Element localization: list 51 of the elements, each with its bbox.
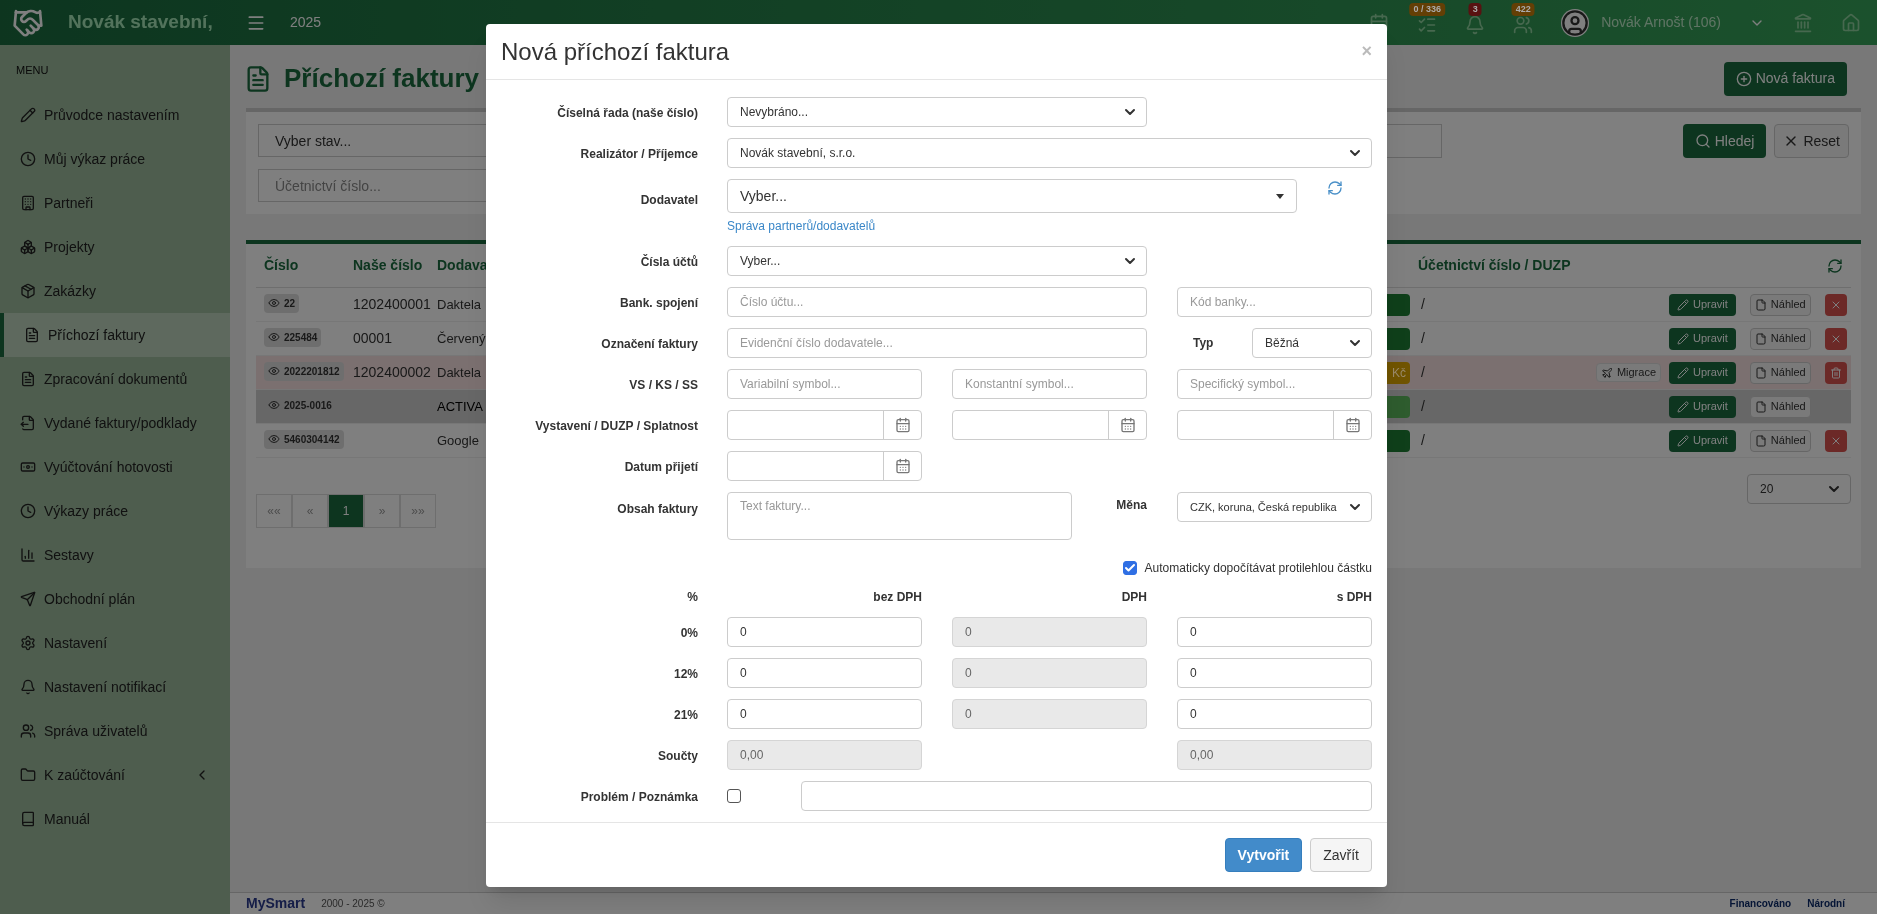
field-label: Součty <box>658 749 698 763</box>
table-cell-text: 00001 <box>353 329 393 348</box>
table-cell-text: 1202400001 <box>353 295 432 314</box>
count-badge: 422 <box>1511 2 1535 16</box>
field-label: Bank. spojení <box>619 296 698 310</box>
table-cell-text: 1202400002 <box>353 363 432 382</box>
field-label: Datum přijetí <box>624 460 698 474</box>
table-cell-text: Daktela <box>437 363 483 382</box>
table-cell-text: / <box>1421 295 1426 314</box>
year-label: 2025 <box>290 13 322 32</box>
count-badge: 0 / 336 <box>1409 2 1445 16</box>
table-cell-text: / <box>1421 363 1426 382</box>
table-cell-text: / <box>1421 397 1426 416</box>
field-label: Obsah faktury <box>617 502 698 516</box>
table-cell-text: ACTIVA <box>437 397 484 416</box>
page-title: Příchozí faktury <box>284 62 480 95</box>
column-header: DPH <box>1121 590 1147 604</box>
checkbox-label: Automaticky dopočítávat protilehlou částku <box>1144 560 1372 577</box>
table-cell-text: / <box>1421 329 1426 348</box>
dialog-title: Nová příchozí faktura <box>501 36 730 67</box>
column-header: Naše číslo <box>353 256 424 275</box>
table-cell-text: Daktela <box>437 295 483 314</box>
column-header: Číslo <box>263 255 300 275</box>
field-label: 21% <box>673 708 698 722</box>
eu-funding-label: Financováno <box>1729 897 1792 911</box>
table-cell-text: Google <box>437 431 480 450</box>
field-label: VS / KS / SS <box>629 378 698 392</box>
national-plan-label: Národní <box>1807 897 1845 911</box>
field-label: Problém / Poznámka <box>580 790 698 804</box>
table-cell-text: Červený <box>437 329 487 348</box>
copyright-text: 2000 - 2025 © <box>321 897 385 911</box>
menu-heading: MENU <box>16 64 49 76</box>
field-label: 0% <box>680 626 698 640</box>
field-label: Čísla účtů <box>640 255 698 269</box>
count-badge: 3 <box>1468 2 1482 16</box>
column-header: Dodava <box>437 256 489 275</box>
field-label: Číselná řada (naše číslo) <box>557 106 698 120</box>
field-label: Realizátor / Příjemce <box>580 147 698 161</box>
footer-logo: MySmart <box>246 894 306 913</box>
column-header: Účetnictví číslo / DUZP <box>1418 255 1571 275</box>
field-label: 12% <box>673 667 698 681</box>
table-cell-text: / <box>1421 431 1426 450</box>
field-label: Typ <box>1193 335 1215 352</box>
field-label: Dodavatel <box>640 193 698 207</box>
field-label: Měna <box>1116 497 1147 514</box>
column-header: s DPH <box>1336 590 1372 604</box>
field-label: Označení faktury <box>601 337 698 351</box>
column-header: % <box>687 590 698 604</box>
field-label: Vystavení / DUZP / Splatnost <box>535 419 698 433</box>
column-header: bez DPH <box>873 590 922 604</box>
brand-name: Novák stavební, <box>68 10 213 35</box>
